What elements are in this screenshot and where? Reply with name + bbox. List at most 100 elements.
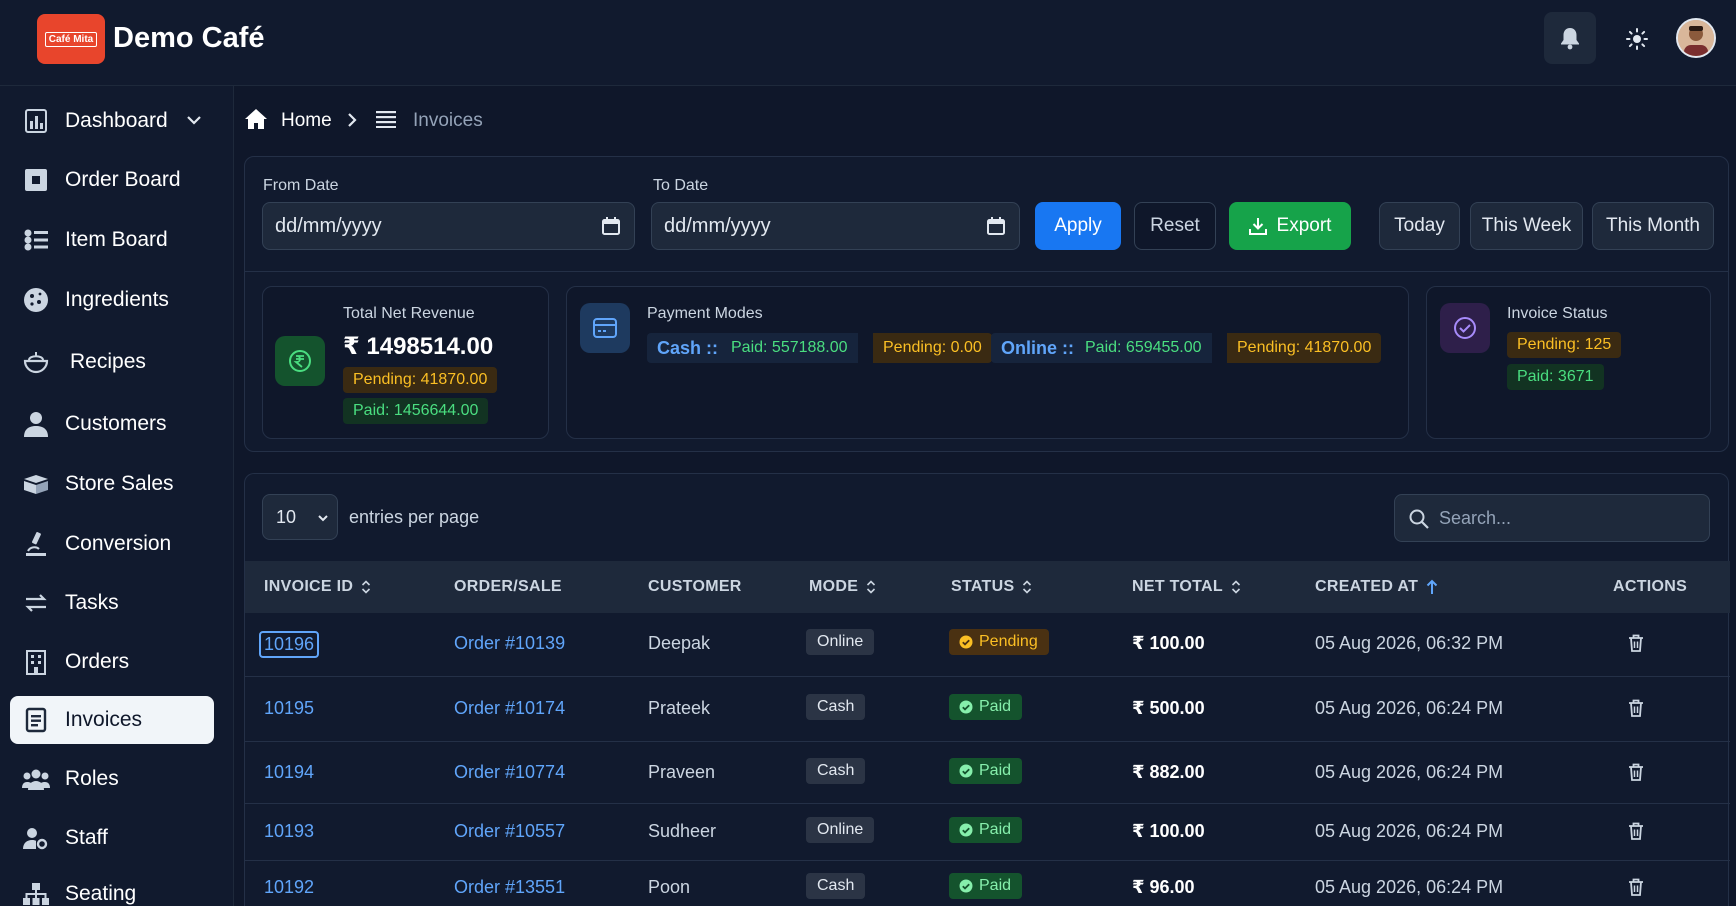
sidebar-item-store-sales[interactable]: Store Sales [10, 460, 214, 508]
customer-name: Deepak [648, 633, 711, 653]
order-link[interactable]: Order #10139 [454, 633, 565, 654]
avatar-image [1678, 20, 1714, 56]
sidebar-item-tasks[interactable]: Tasks [10, 579, 214, 627]
invoices-table-panel: 10 entries per page INVOICE ID ORDER/SAL… [244, 473, 1730, 906]
invoice-paid-badge: Paid: 3671 [1507, 364, 1604, 390]
sidebar-item-label: Invoices [65, 708, 143, 731]
user-avatar[interactable] [1676, 18, 1716, 58]
order-link[interactable]: Order #10557 [454, 821, 565, 842]
sort-ascending-icon [1426, 579, 1438, 594]
column-header-created-at[interactable]: CREATED AT [1315, 578, 1438, 596]
sidebar-item-customers[interactable]: Customers [10, 400, 214, 448]
sidebar-item-dashboard[interactable]: Dashboard [10, 97, 214, 145]
trash-icon[interactable] [1628, 878, 1644, 896]
user-gear-icon [22, 824, 50, 852]
invoice-id-link[interactable]: 10192 [264, 877, 314, 898]
today-button[interactable]: Today [1379, 202, 1460, 250]
search-input[interactable] [1439, 495, 1699, 541]
column-header-mode[interactable]: MODE [809, 578, 876, 596]
to-date-label: To Date [653, 177, 709, 194]
invoice-id-link[interactable]: 10195 [264, 698, 314, 719]
this-week-button[interactable]: This Week [1470, 202, 1583, 250]
column-header-status[interactable]: STATUS [951, 578, 1032, 596]
export-button[interactable]: Export [1229, 202, 1351, 250]
table-row[interactable]: 10193 Order #10557 Sudheer Online Paid ₹… [245, 804, 1730, 861]
breadcrumb-home-link[interactable]: Home [281, 110, 332, 132]
payment-modes-title: Payment Modes [647, 305, 763, 322]
trash-icon[interactable] [1628, 822, 1644, 840]
brand-logo[interactable]: Café Mita [37, 14, 105, 64]
order-link[interactable]: Order #10774 [454, 762, 565, 783]
column-header-label: STATUS [951, 578, 1015, 595]
divider [245, 271, 1728, 272]
table-header: INVOICE ID ORDER/SALE CUSTOMER MODE STAT… [245, 561, 1730, 613]
table-row[interactable]: 10192 Order #13551 Poon Cash Paid ₹ 96.0… [245, 861, 1730, 906]
sidebar-item-roles[interactable]: Roles [10, 755, 214, 803]
trash-icon[interactable] [1628, 634, 1644, 652]
column-header-label: NET TOTAL [1132, 578, 1223, 595]
customer-name: Poon [648, 877, 691, 897]
sidebar-item-label: Conversion [65, 532, 172, 555]
notifications-button[interactable] [1544, 12, 1596, 64]
reset-button[interactable]: Reset [1134, 202, 1216, 250]
sidebar-item-ingredients[interactable]: Ingredients [10, 276, 214, 324]
invoice-id-link[interactable]: 10194 [264, 762, 314, 783]
pending-icon [959, 635, 973, 649]
sidebar-item-conversion[interactable]: Conversion [10, 520, 214, 568]
sidebar-item-orders[interactable]: Orders [10, 638, 214, 686]
to-date-input[interactable]: dd/mm/yyyy [651, 202, 1020, 250]
theme-toggle-button[interactable] [1617, 22, 1657, 56]
download-icon [1248, 218, 1267, 235]
from-date-label: From Date [263, 177, 339, 194]
sort-icon [1231, 580, 1241, 594]
table-row[interactable]: 10196 Order #10139 Deepak Online Pending… [245, 613, 1730, 677]
top-bar: Café Mita Demo Café [0, 0, 1736, 86]
sidebar-item-invoices[interactable]: Invoices [10, 696, 214, 744]
check-circle-icon [959, 823, 973, 837]
cash-paid-value: Paid: 557188.00 [721, 333, 858, 363]
column-header-net-total[interactable]: NET TOTAL [1132, 578, 1241, 596]
status-badge: Paid [949, 873, 1023, 899]
net-total: ₹ 882.00 [1132, 762, 1205, 782]
trash-icon[interactable] [1628, 699, 1644, 717]
from-date-value: dd/mm/yyyy [275, 214, 382, 237]
invoice-id-link[interactable]: 10193 [264, 821, 314, 842]
to-date-value: dd/mm/yyyy [664, 214, 771, 237]
created-at: 05 Aug 2026, 06:24 PM [1315, 762, 1504, 782]
column-header-invoice-id[interactable]: INVOICE ID [264, 578, 371, 596]
table-row[interactable]: 10194 Order #10774 Praveen Cash Paid ₹ 8… [245, 742, 1730, 804]
sidebar-item-label: Tasks [65, 591, 119, 614]
sidebar-item-item-board[interactable]: Item Board [10, 216, 214, 264]
brand-name: Demo Café [113, 22, 265, 54]
column-header-label: ACTIONS [1613, 578, 1688, 595]
check-circle-icon [959, 700, 973, 714]
order-link[interactable]: Order #13551 [454, 877, 565, 898]
invoice-id-link[interactable]: 10196 [259, 631, 320, 658]
calendar-icon[interactable] [602, 217, 620, 235]
from-date-input[interactable]: dd/mm/yyyy [262, 202, 635, 250]
apply-button[interactable]: Apply [1035, 202, 1121, 250]
revenue-pending-badge: Pending: 41870.00 [343, 367, 498, 393]
entries-per-page-select[interactable]: 10 [262, 494, 338, 540]
sidebar-item-order-board[interactable]: Order Board [10, 156, 214, 204]
revenue-amount: ₹ 1498514.00 [343, 333, 494, 360]
calendar-icon[interactable] [987, 217, 1005, 235]
sidebar-item-staff[interactable]: Staff [10, 814, 214, 862]
mode-badge: Online [806, 629, 875, 655]
column-header-actions: ACTIONS [1613, 578, 1687, 596]
sidebar-item-label: Orders [65, 650, 130, 673]
cash-pending-value: Pending: 0.00 [873, 333, 992, 363]
sidebar-item-recipes[interactable]: Recipes [10, 338, 214, 386]
trash-icon[interactable] [1628, 763, 1644, 781]
customer-name: Praveen [648, 762, 716, 782]
sidebar-item-seating[interactable]: Seating [10, 870, 214, 906]
revenue-card: Total Net Revenue ₹ 1498514.00 Pending: … [262, 286, 549, 439]
this-month-button[interactable]: This Month [1592, 202, 1714, 250]
online-paid-value: Paid: 659455.00 [1075, 333, 1212, 363]
home-icon[interactable] [244, 108, 268, 130]
order-link[interactable]: Order #10174 [454, 698, 565, 719]
table-row[interactable]: 10195 Order #10174 Prateek Cash Paid ₹ 5… [245, 677, 1730, 742]
status-badge: Paid [949, 758, 1023, 784]
brand-logo-text: Café Mita [44, 31, 98, 47]
cookie-icon [22, 286, 50, 314]
